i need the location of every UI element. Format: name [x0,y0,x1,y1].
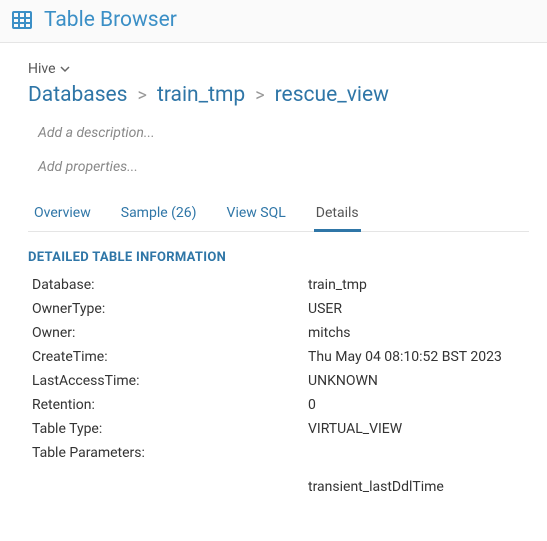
tab-overview[interactable]: Overview [32,197,93,231]
breadcrumb-database[interactable]: train_tmp [157,83,245,107]
breadcrumb-separator: > [138,85,147,106]
page-header: Table Browser [0,0,547,43]
detail-row-createtime: CreateTime: Thu May 04 08:10:52 BST 2023 [28,349,529,365]
detail-value: Thu May 04 08:10:52 BST 2023 [308,349,529,365]
detail-label [28,479,308,495]
detail-row-param: transient_lastDdlTime [28,479,529,495]
detail-row-tableparams: Table Parameters: [28,445,529,461]
section-title: DETAILED TABLE INFORMATION [28,250,529,265]
add-description[interactable]: Add a description... [38,125,529,141]
detail-row-tabletype: Table Type: VIRTUAL_VIEW [28,421,529,437]
tab-sample[interactable]: Sample (26) [119,197,199,231]
breadcrumb-separator: > [255,85,264,106]
detail-label: Table Type: [28,421,308,437]
table-icon [10,8,34,32]
detail-value: UNKNOWN [308,373,529,389]
detail-label: Retention: [28,397,308,413]
detail-label: LastAccessTime: [28,373,308,389]
detail-row-retention: Retention: 0 [28,397,529,413]
details-table: Database: train_tmp OwnerType: USER Owne… [28,277,529,495]
source-selector[interactable]: Hive [28,61,529,77]
chevron-down-icon [60,64,70,74]
detail-label: CreateTime: [28,349,308,365]
content-area: Hive Databases > train_tmp > rescue_view… [0,43,547,495]
tab-details[interactable]: Details [314,197,361,231]
detail-row-lastaccess: LastAccessTime: UNKNOWN [28,373,529,389]
breadcrumb: Databases > train_tmp > rescue_view [28,83,529,107]
detail-label: Table Parameters: [28,445,308,461]
detail-value: transient_lastDdlTime [308,479,529,495]
detail-label: OwnerType: [28,301,308,317]
page-title: Table Browser [44,8,177,32]
detail-value: train_tmp [308,277,529,293]
detail-value: 0 [308,397,529,413]
detail-value: USER [308,301,529,317]
detail-row-database: Database: train_tmp [28,277,529,293]
detail-row-ownertype: OwnerType: USER [28,301,529,317]
detail-value: VIRTUAL_VIEW [308,421,529,437]
source-label: Hive [28,61,56,77]
detail-row-owner: Owner: mitchs [28,325,529,341]
add-properties[interactable]: Add properties... [38,159,529,175]
breadcrumb-databases[interactable]: Databases [28,83,128,107]
detail-value [308,445,529,461]
detail-label: Database: [28,277,308,293]
tab-view-sql[interactable]: View SQL [225,197,288,231]
detail-label: Owner: [28,325,308,341]
tabs: Overview Sample (26) View SQL Details [28,197,529,232]
breadcrumb-table[interactable]: rescue_view [275,83,389,107]
table-browser-page: Table Browser Hive Databases > train_tmp… [0,0,547,541]
detail-value: mitchs [308,325,529,341]
